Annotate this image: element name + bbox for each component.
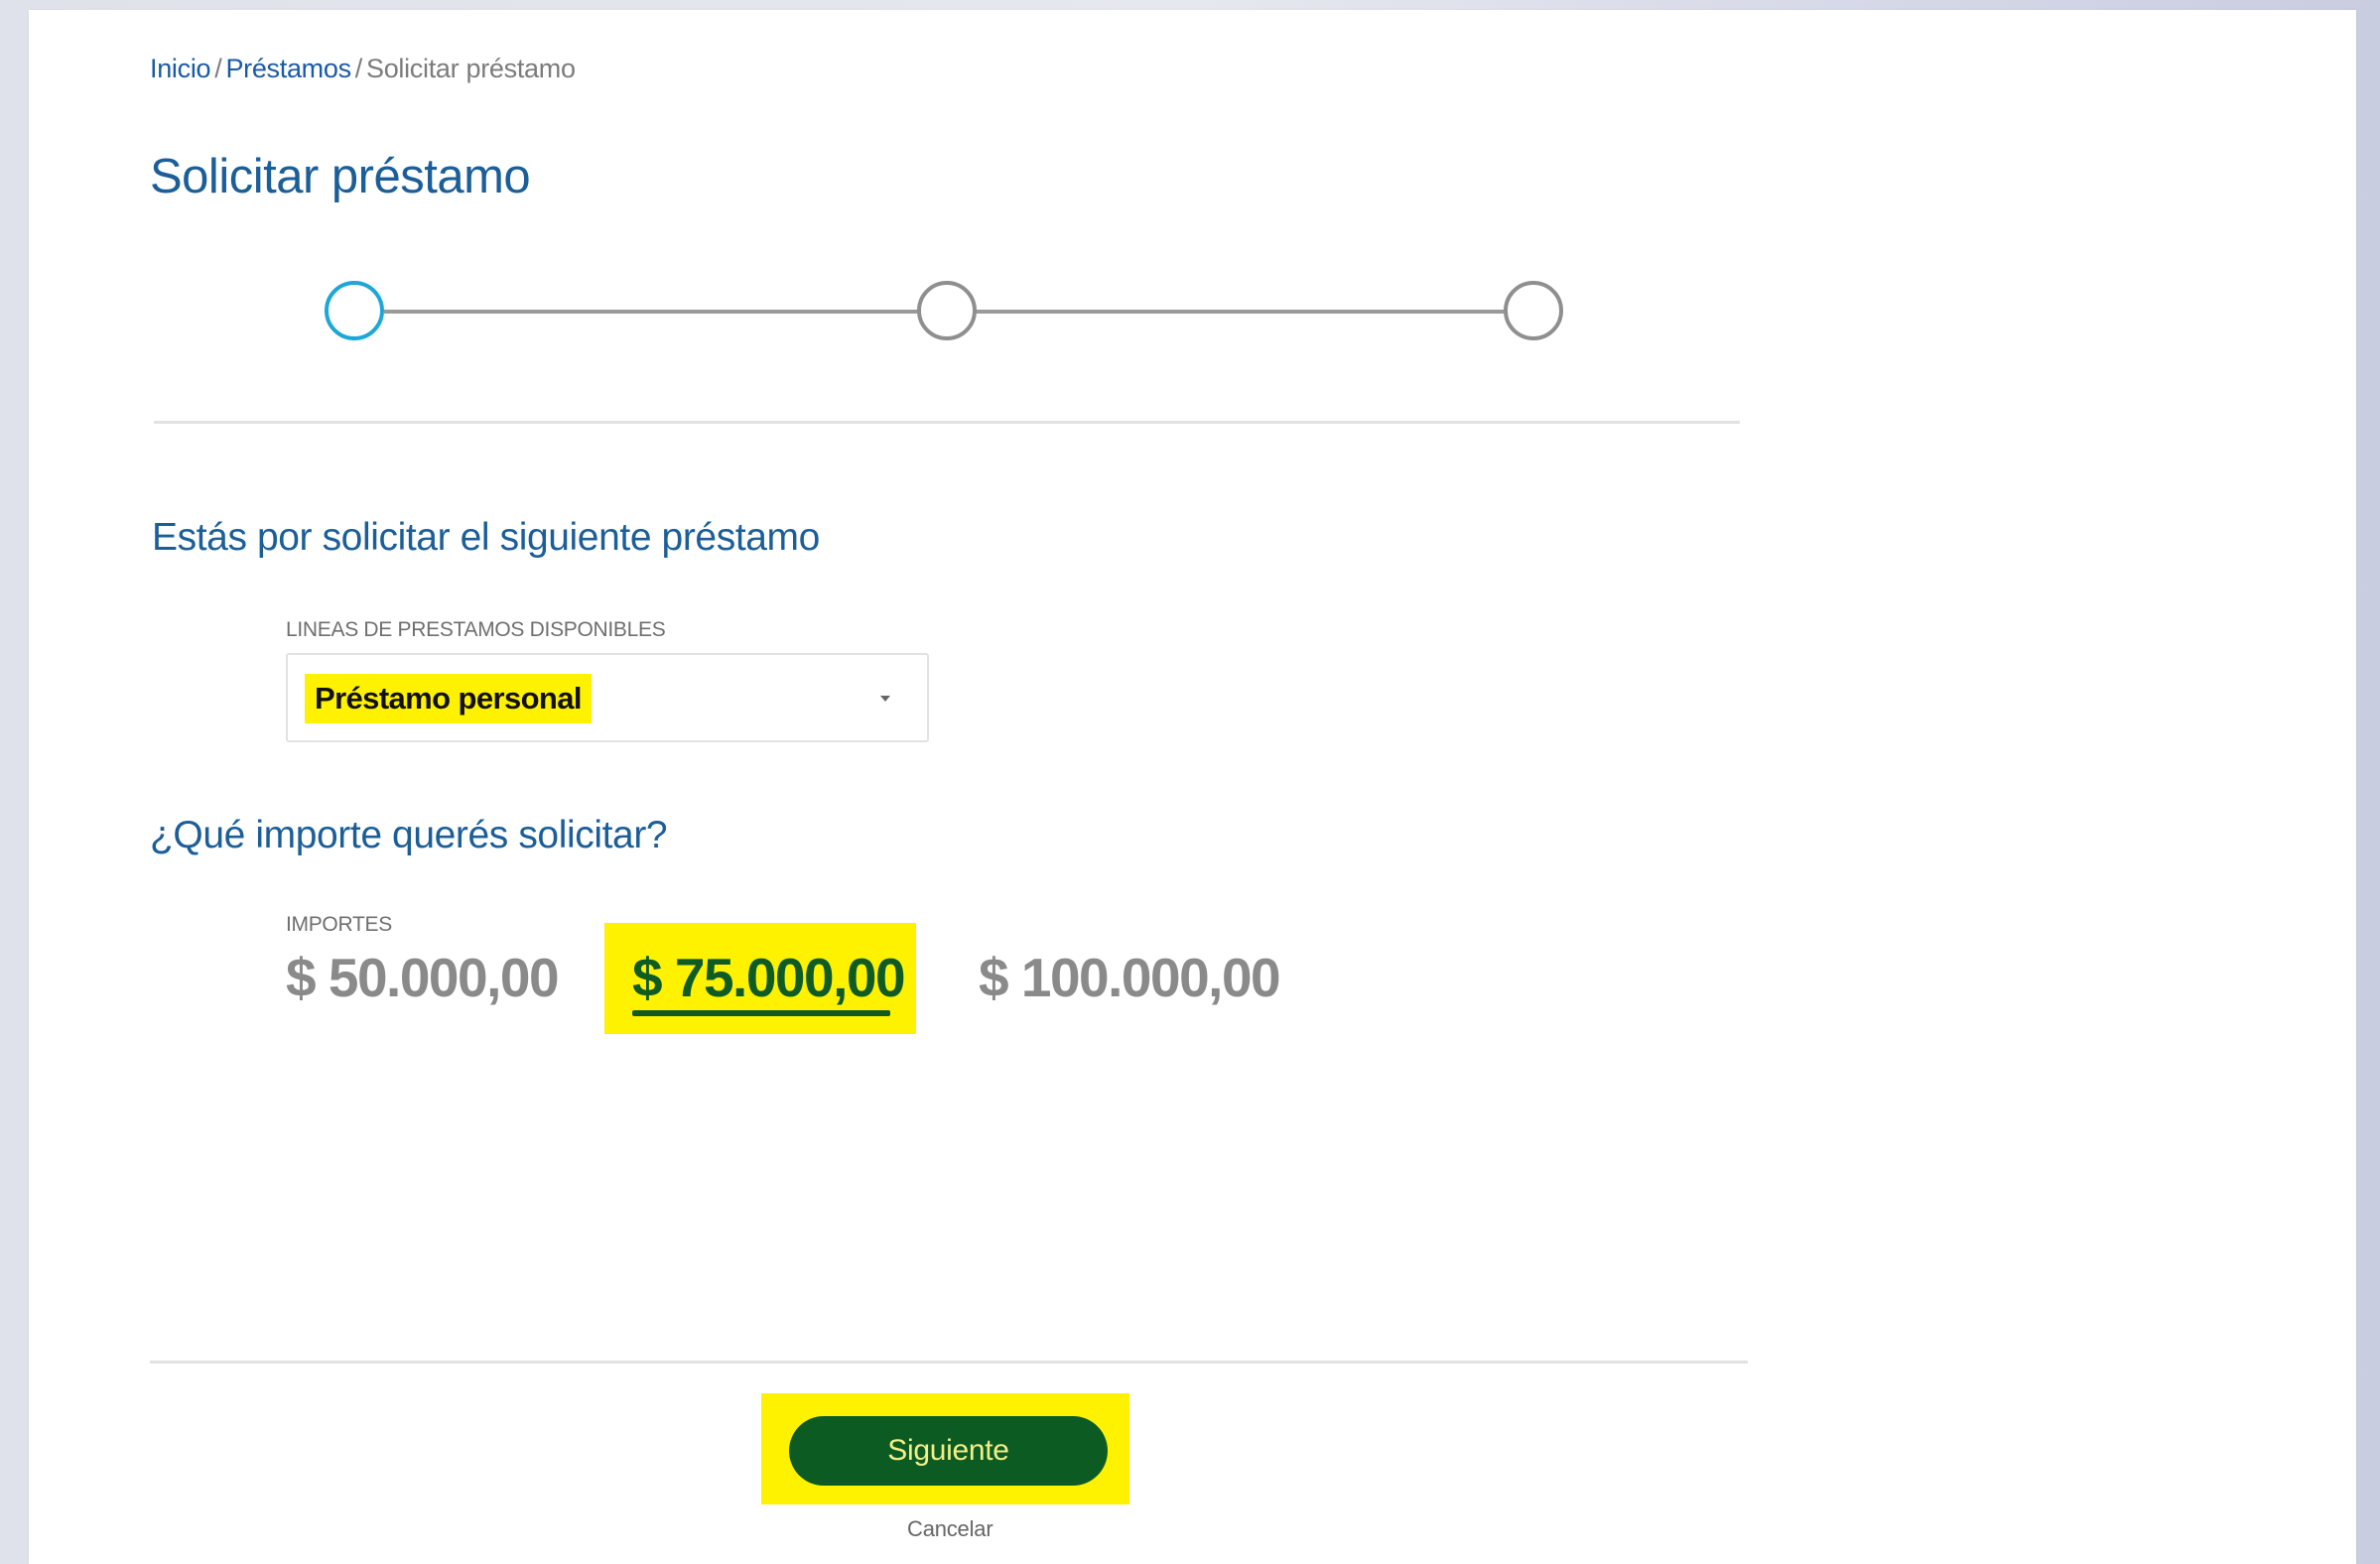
breadcrumb: Inicio / Préstamos / Solicitar préstamo [150, 54, 576, 84]
breadcrumb-home-link[interactable]: Inicio [150, 54, 211, 83]
chevron-down-icon [880, 696, 890, 702]
stepper-connector [976, 310, 1504, 314]
selected-amount-underline [632, 1010, 890, 1016]
step-2-indicator [917, 281, 977, 340]
stepper-connector [384, 310, 917, 314]
amount-option-100000[interactable]: $ 100.000,00 [979, 943, 1281, 1012]
loan-line-selected-value: Préstamo personal [305, 674, 592, 723]
amount-option-75000-label: $ 75.000,00 [632, 947, 906, 1008]
progress-stepper [325, 281, 1563, 340]
loan-line-select[interactable]: Préstamo personal [286, 653, 929, 742]
loan-lines-label: LINEAS DE PRESTAMOS DISPONIBLES [286, 618, 666, 641]
step-1-indicator [325, 281, 384, 340]
step-3-indicator [1504, 281, 1563, 340]
amount-option-50000[interactable]: $ 50.000,00 [286, 943, 560, 1012]
breadcrumb-separator: / [214, 54, 222, 83]
main-panel: Inicio / Préstamos / Solicitar préstamo Soli… [29, 10, 2356, 1564]
section-divider [154, 421, 1740, 424]
page-title: Solicitar préstamo [150, 150, 531, 203]
next-button[interactable]: Siguiente [789, 1416, 1108, 1486]
breadcrumb-separator: / [354, 54, 363, 83]
footer-divider [150, 1361, 1748, 1364]
breadcrumb-current: Solicitar préstamo [365, 54, 576, 83]
breadcrumb-loans-link[interactable]: Préstamos [225, 54, 351, 83]
loan-section-heading: Estás por solicitar el siguiente préstam… [152, 516, 820, 559]
cancel-link[interactable]: Cancelar [907, 1516, 993, 1542]
next-button-highlight: Siguiente [761, 1393, 1129, 1504]
amount-section-heading: ¿Qué importe querés solicitar? [150, 814, 668, 856]
amount-option-75000[interactable]: $ 75.000,00 [604, 923, 916, 1034]
amounts-label: IMPORTES [286, 913, 392, 936]
